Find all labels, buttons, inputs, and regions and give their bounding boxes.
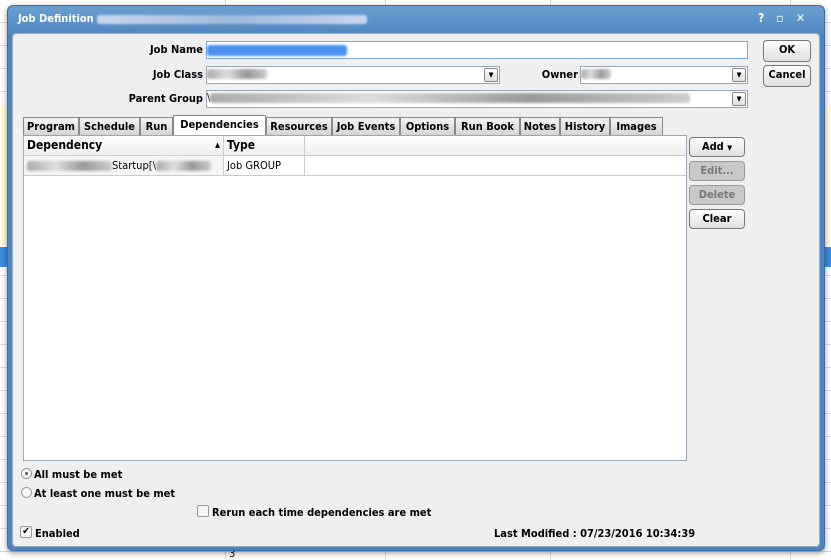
tab-images[interactable]: Images [610,117,663,136]
column-header-type[interactable]: Type [224,136,305,156]
dialog-body: Job Name Job Class ▼ Owner ▼ Parent Grou… [12,33,820,547]
job-class-label: Job Class [152,68,203,81]
all-must-be-met-radio[interactable] [21,468,32,479]
table-cell-type[interactable]: Job GROUP [224,156,305,176]
owner-select[interactable]: ▼ [580,66,748,84]
tab-program[interactable]: Program [23,117,79,136]
tab-job-events[interactable]: Job Events [332,117,400,136]
tab-schedule[interactable]: Schedule [79,117,140,136]
tab-dependencies[interactable]: Dependencies [173,115,266,137]
maximize-icon[interactable]: ▫ [776,11,783,25]
table-cell-dependency[interactable]: Startup[\ [24,156,224,176]
chevron-down-icon[interactable]: ▼ [732,92,746,106]
tab-options[interactable]: Options [400,117,455,136]
table-cell-empty [305,156,686,176]
cancel-button[interactable]: Cancel [763,65,811,87]
last-modified: Last Modified : 07/23/2016 10:34:39 [494,527,696,540]
help-icon[interactable]: ? [758,11,764,25]
parent-group-select[interactable]: \ ▼ [206,90,748,108]
job-class-select[interactable]: ▼ [206,66,500,84]
dialog-title: Job Definition [18,12,368,25]
chevron-down-icon: ▼ [727,144,733,152]
job-name-input[interactable] [206,41,748,59]
chevron-down-icon[interactable]: ▼ [732,68,746,82]
edit-button[interactable]: Edit... [689,161,745,181]
enabled-checkbox[interactable]: ✔ [20,526,32,538]
owner-label: Owner [541,68,578,81]
job-definition-dialog: Job Definition ? ▫ ✕ Job Name Job Class … [7,5,825,551]
sort-asc-icon: ▲ [215,141,220,149]
clear-button[interactable]: Clear [689,209,745,229]
tab-notes[interactable]: Notes [520,117,560,136]
rerun-checkbox[interactable] [197,505,209,517]
tab-run-book[interactable]: Run Book [455,117,520,136]
column-header-dependency[interactable]: Dependency ▲ [24,136,224,156]
tab-run[interactable]: Run [140,117,173,136]
at-least-one-radio[interactable] [21,487,32,498]
tab-history[interactable]: History [560,117,610,136]
rerun-label: Rerun each time dependencies are met [212,506,432,519]
close-icon[interactable]: ✕ [796,11,805,25]
column-header-empty [305,136,686,156]
delete-button[interactable]: Delete [689,185,745,205]
at-least-one-label: At least one must be met [34,487,176,500]
dependencies-table: Dependency ▲ Type Startup[\ Job GROUP [23,135,687,461]
tab-resources[interactable]: Resources [266,117,332,136]
job-name-label: Job Name [150,43,203,56]
enabled-label: Enabled [35,527,80,540]
parent-group-label: Parent Group [128,92,203,105]
chevron-down-icon[interactable]: ▼ [484,68,498,82]
all-must-be-met-label: All must be met [34,468,123,481]
add-button[interactable]: Add ▼ [689,137,745,157]
ok-button[interactable]: OK [763,40,811,62]
